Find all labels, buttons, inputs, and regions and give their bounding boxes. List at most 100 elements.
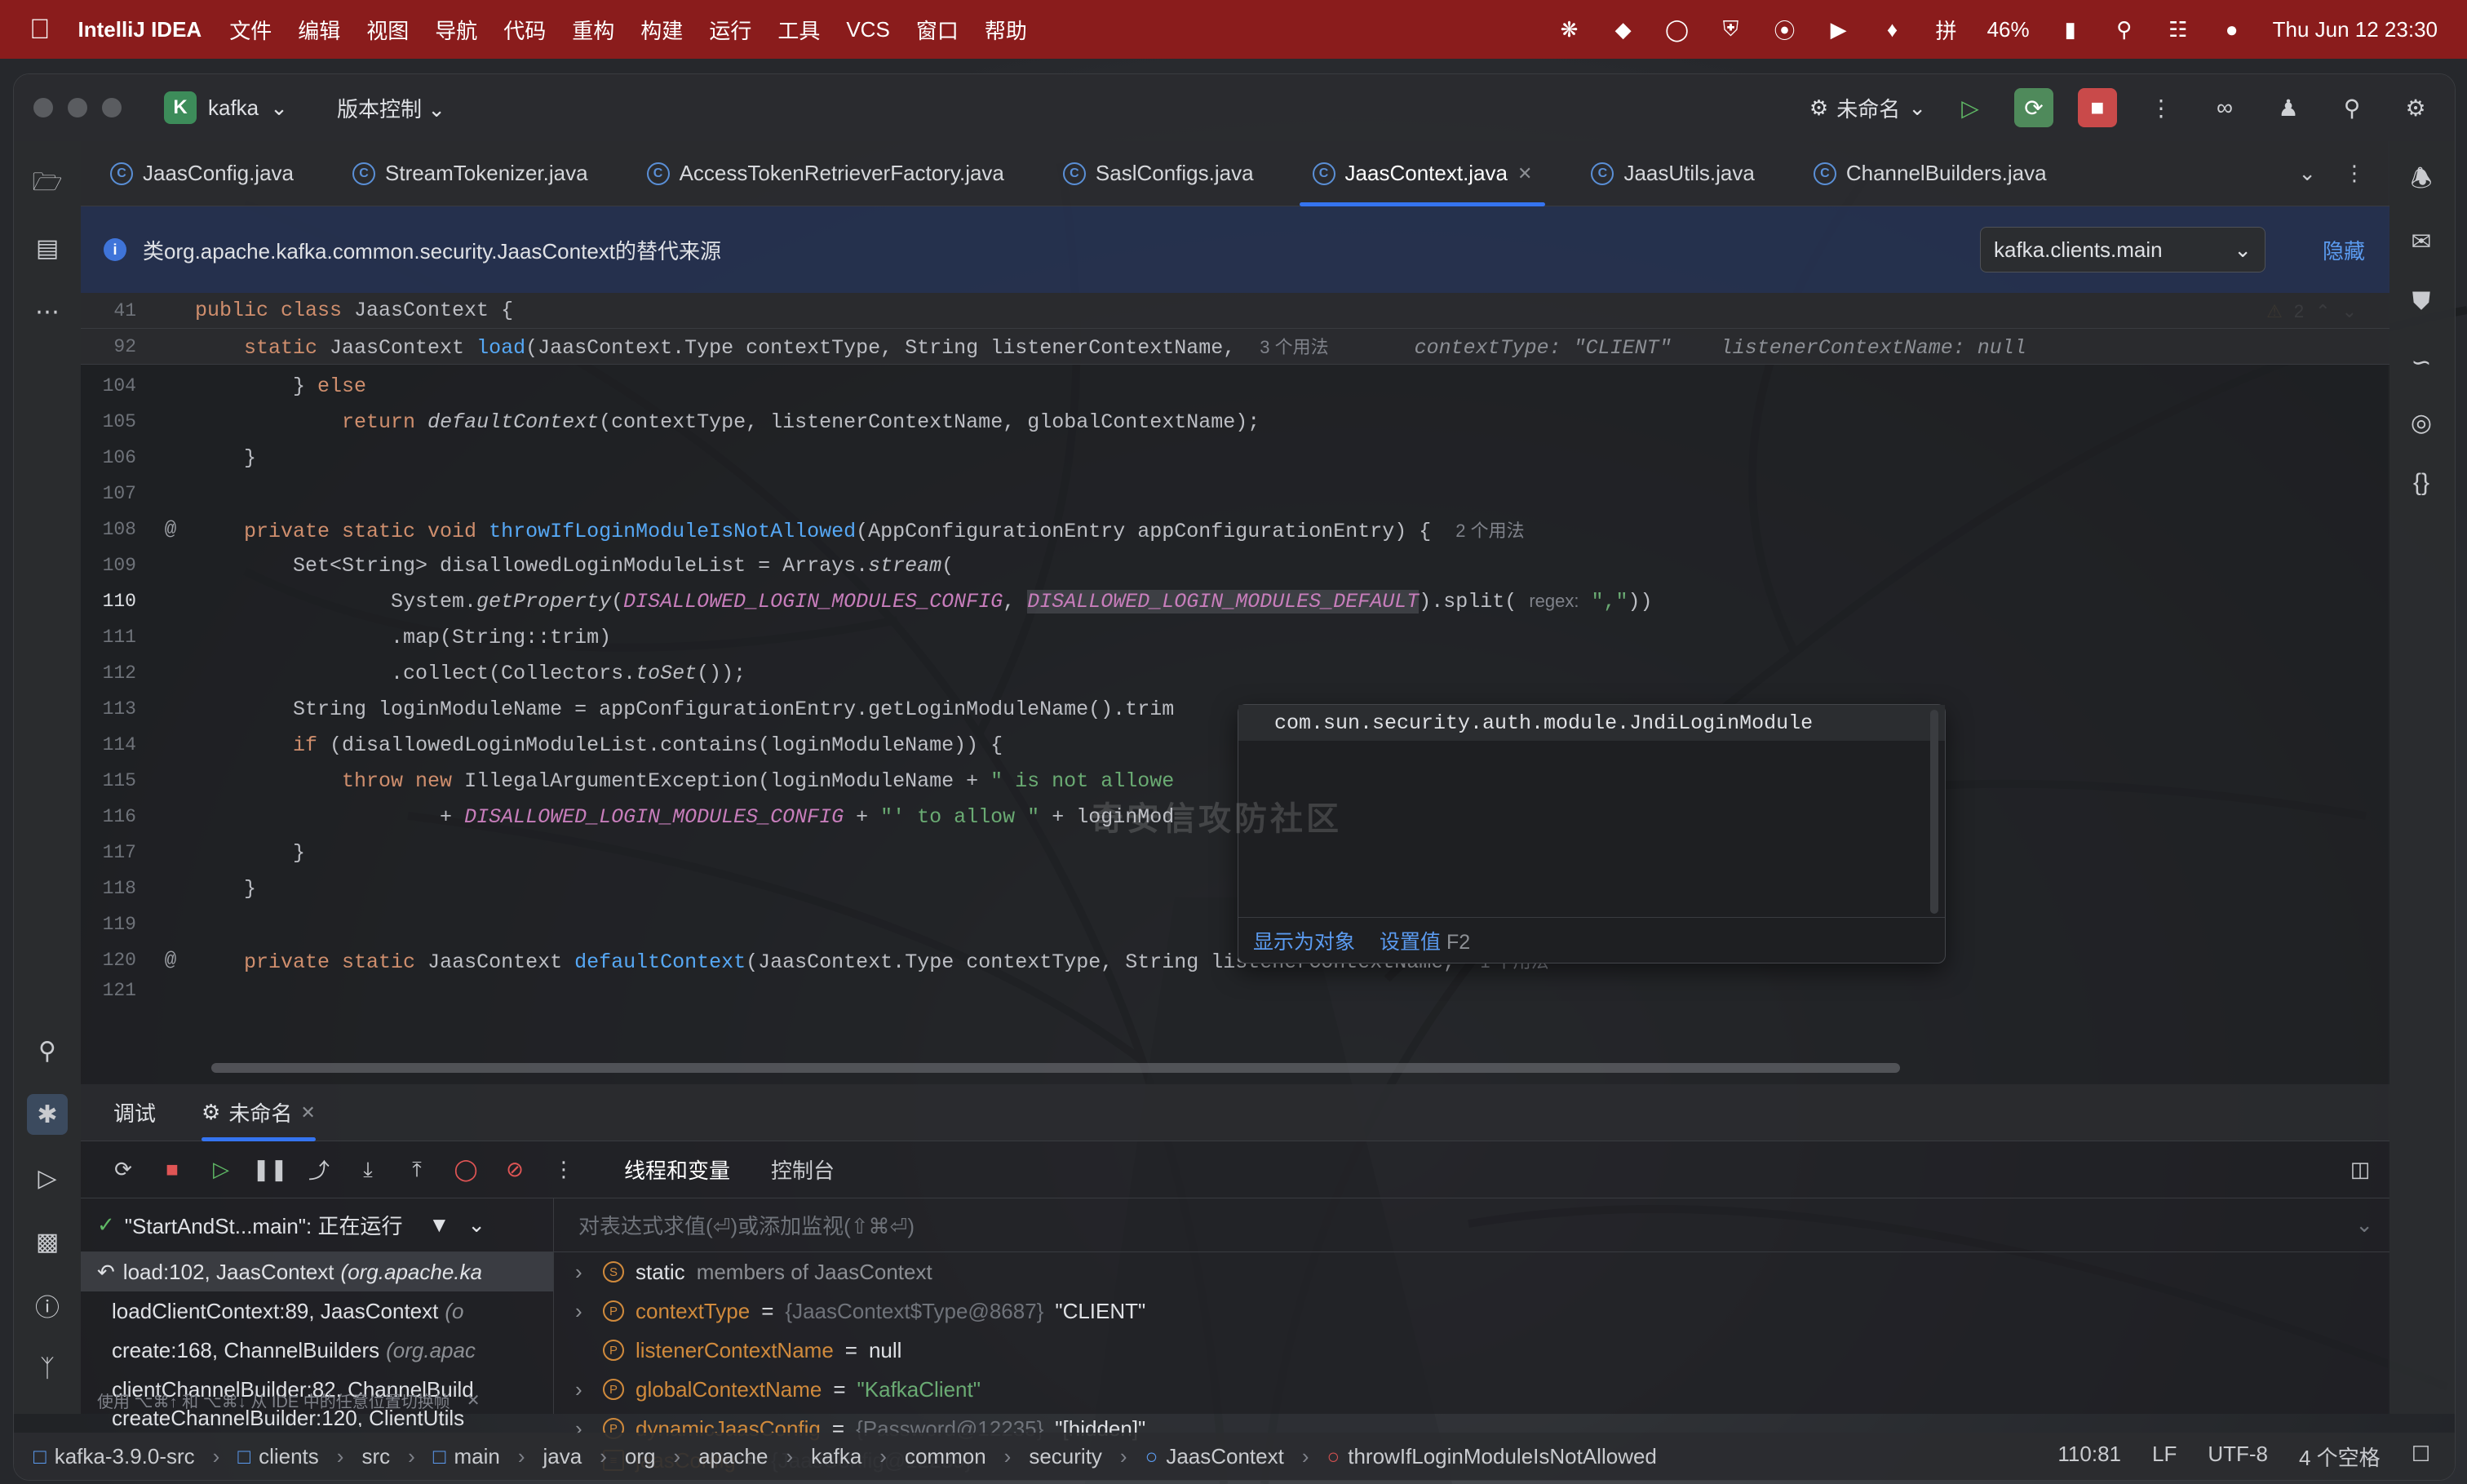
ai-assistant-icon[interactable]: ∞ — [2205, 88, 2244, 127]
variable-row[interactable]: P listenerContextName = null — [554, 1331, 2389, 1370]
shield-icon[interactable]: ⛨ — [1718, 16, 1744, 42]
annotation-at-icon[interactable]: @ — [146, 519, 195, 541]
run-config-selector[interactable]: ⚙ 未命名 ⌄ — [1809, 93, 1926, 123]
chevron-right-icon[interactable]: › — [575, 1377, 591, 1402]
menu-navigate[interactable]: 导航 — [435, 15, 477, 45]
tab-channelbuilders[interactable]: C ChannelBuilders.java — [1784, 141, 2076, 206]
problems-icon[interactable]: ⓘ — [27, 1285, 68, 1326]
crumb-item[interactable]: apache — [698, 1444, 768, 1469]
menu-vcs[interactable]: VCS — [846, 17, 889, 42]
minimize-window-button[interactable] — [68, 98, 87, 117]
crumb-item[interactable]: kafka — [811, 1444, 861, 1469]
chevron-down-icon[interactable]: ⌄ — [467, 1212, 485, 1238]
play-circle-icon[interactable]: ▶ — [1826, 16, 1852, 42]
mute-breakpoints-icon[interactable]: ⊘ — [502, 1157, 528, 1183]
stop-button[interactable]: ■ — [2078, 88, 2117, 127]
close-tab-icon[interactable]: ✕ — [1517, 163, 1532, 184]
terminal-icon[interactable]: ▩ — [27, 1221, 68, 1262]
file-encoding[interactable]: UTF-8 — [2208, 1442, 2268, 1472]
menu-tools[interactable]: 工具 — [777, 15, 820, 45]
popup-scrollbar[interactable] — [1930, 710, 1938, 914]
add-user-icon[interactable]: ♟ — [2269, 88, 2308, 127]
thread-selector[interactable]: ✓ "StartAndSt...main": 正在运行 ▼ ⌄ — [81, 1198, 553, 1252]
vcs-menu[interactable]: 版本控制 ⌄ — [337, 93, 445, 123]
lock-icon[interactable]: ☐ — [2412, 1442, 2430, 1472]
show-as-object-link[interactable]: 显示为对象 — [1253, 926, 1355, 955]
crumb-item[interactable]: main — [454, 1444, 500, 1469]
search-everywhere-icon[interactable]: ⚲ — [2332, 88, 2372, 127]
set-value-link[interactable]: 设置值 — [1380, 931, 1441, 954]
hide-banner-link[interactable]: 隐藏 — [2323, 235, 2365, 265]
battery-icon[interactable]: ▮ — [2057, 16, 2084, 42]
coverage-icon[interactable]: ∽ — [2401, 342, 2442, 383]
step-over-icon[interactable]: ⤴ — [306, 1157, 332, 1183]
resume-program-icon[interactable]: ▷ — [208, 1157, 234, 1183]
more-icon[interactable]: ⋮ — [551, 1157, 577, 1183]
rerun-icon[interactable]: ⟳ — [110, 1157, 136, 1183]
variable-row[interactable]: › P contextType = {JaasContext$Type@8687… — [554, 1291, 2389, 1331]
tab-debug[interactable]: 调试 — [113, 1084, 156, 1141]
crumb-item[interactable]: kafka-3.9.0-src — [55, 1444, 195, 1469]
view-breakpoints-icon[interactable]: ◯ — [453, 1157, 479, 1183]
menu-build[interactable]: 构建 — [640, 15, 683, 45]
chevron-down-icon[interactable]: ⌄ — [2298, 161, 2316, 186]
stop-icon[interactable]: ■ — [159, 1157, 185, 1183]
code-editor[interactable]: ⚠ 2 ⌃ ⌄ 41 public class JaasContext { 92… — [81, 293, 2389, 1084]
layout-icon[interactable]: ◫ — [2347, 1157, 2373, 1183]
tab-jaasutils[interactable]: C JaasUtils.java — [1561, 141, 1783, 206]
database-icon[interactable]: ⛊ — [2401, 281, 2442, 322]
diamond-icon[interactable]: ♦ — [1880, 16, 1906, 42]
line-separator[interactable]: LF — [2152, 1442, 2177, 1472]
structure-icon[interactable]: ▤ — [27, 228, 68, 268]
indent-setting[interactable]: 4 个空格 — [2299, 1442, 2381, 1472]
close-window-button[interactable] — [33, 98, 53, 117]
project-folder-icon[interactable]: 🗁 — [27, 164, 68, 205]
app-menu[interactable]: IntelliJ IDEA — [78, 17, 202, 42]
menu-run[interactable]: 运行 — [709, 15, 751, 45]
endpoints-icon[interactable]: ◎ — [2401, 402, 2442, 443]
git-branch-icon[interactable]: ᛉ — [27, 1349, 68, 1389]
filter-icon[interactable]: ▼ — [428, 1212, 450, 1238]
evaluate-expression-input[interactable]: 对表达式求值(⏎)或添加监视(⇧⌘⏎) ⌄ — [554, 1198, 2389, 1252]
debug-bug-icon[interactable]: ✱ — [27, 1094, 68, 1135]
openai-icon[interactable]: ❋ — [1557, 16, 1583, 42]
spiral-icon[interactable]: ⦿ — [1772, 16, 1798, 43]
step-into-icon[interactable]: ⤓ — [355, 1157, 381, 1183]
tab-jaasconfig[interactable]: C JaasConfig.java — [81, 141, 323, 206]
project-selector[interactable]: K kafka ⌄ — [164, 91, 288, 124]
menu-edit[interactable]: 编辑 — [298, 15, 340, 45]
crumb-item[interactable]: throwIfLoginModuleIsNotAllowed — [1348, 1444, 1657, 1469]
tab-streamtokenizer[interactable]: C StreamTokenizer.java — [323, 141, 618, 206]
search-icon[interactable]: ⚲ — [2111, 16, 2137, 42]
variable-row[interactable]: › S static members of JaasContext — [554, 1252, 2389, 1291]
module-select[interactable]: kafka.clients.main ⌄ — [1979, 227, 2265, 272]
input-method-icon[interactable]: 拼 — [1933, 16, 1960, 43]
siri-icon[interactable]: ● — [2219, 16, 2245, 42]
crumb-item[interactable]: JaasContext — [1166, 1444, 1284, 1469]
close-icon[interactable]: ✕ — [300, 1102, 315, 1123]
menu-file[interactable]: 文件 — [229, 15, 272, 45]
crumb-item[interactable]: security — [1029, 1444, 1102, 1469]
step-out-icon[interactable]: ⤒ — [404, 1157, 430, 1183]
crumb-item[interactable]: src — [361, 1444, 390, 1469]
crumb-item[interactable]: org — [625, 1444, 656, 1469]
crumb-item[interactable]: common — [905, 1444, 986, 1469]
menu-help[interactable]: 帮助 — [985, 15, 1027, 45]
control-center-icon[interactable]: ☷ — [2165, 16, 2191, 42]
menu-refactor[interactable]: 重构 — [572, 15, 614, 45]
ai-chat-icon[interactable]: ✉ — [2401, 221, 2442, 262]
chevron-right-icon[interactable]: › — [575, 1299, 591, 1324]
stack-frame[interactable]: ↶ load:102, JaasContext (org.apache.ka — [81, 1252, 553, 1291]
menu-view[interactable]: 视图 — [366, 15, 409, 45]
chevron-right-icon[interactable]: › — [575, 1260, 591, 1285]
annotation-at-icon[interactable]: @ — [146, 950, 195, 972]
tab-more-icon[interactable]: ⋮ — [2344, 161, 2365, 186]
pause-icon[interactable]: ❚❚ — [252, 1157, 288, 1183]
crumb-item[interactable]: java — [543, 1444, 582, 1469]
variable-row[interactable]: › P globalContextName = "KafkaClient" — [554, 1370, 2389, 1409]
tab-jaascontext[interactable]: C JaasContext.java ✕ — [1283, 141, 1562, 206]
close-icon[interactable]: ✕ — [467, 1390, 481, 1411]
resume-icon[interactable]: ▷ — [1951, 88, 1990, 127]
services-icon[interactable]: ▷ — [27, 1158, 68, 1198]
crumb-item[interactable]: clients — [259, 1444, 319, 1469]
